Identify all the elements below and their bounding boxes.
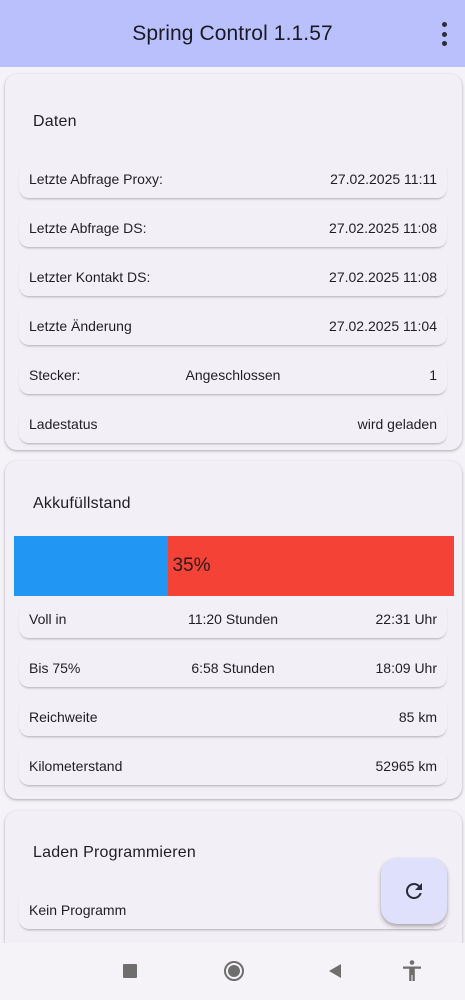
- bis75-time: 18:09 Uhr: [375, 660, 437, 676]
- refresh-button[interactable]: [381, 858, 447, 924]
- app-bar: Spring Control 1.1.57: [0, 0, 465, 67]
- refresh-icon: [405, 883, 422, 899]
- row-letzte-abfrage-ds: Letzte Abfrage DS: 27.02.2025 11:08: [19, 209, 447, 247]
- program-label: Kein Programm: [29, 902, 127, 918]
- row-kilometerstand: Kilometerstand 52965 km: [19, 747, 447, 785]
- akku-title: Akkufüllstand: [33, 495, 131, 512]
- stecker-value: 1: [429, 367, 437, 383]
- ladestatus-label: Ladestatus: [29, 416, 98, 432]
- voll-label: Voll in: [29, 611, 67, 627]
- row-ladestatus: Ladestatus wird geladen: [19, 405, 447, 443]
- reichweite-label: Reichweite: [29, 709, 98, 725]
- row-label: Letzte Abfrage Proxy:: [29, 171, 163, 187]
- reichweite-value: 85 km: [398, 709, 437, 725]
- back-icon[interactable]: [323, 959, 347, 983]
- row-label: Letzte Änderung: [29, 318, 132, 334]
- home-icon[interactable]: [222, 959, 246, 983]
- daten-title: Daten: [33, 113, 77, 130]
- bis75-label: Bis 75%: [29, 660, 81, 676]
- daten-card: Daten Letzte Abfrage Proxy: 27.02.2025 1…: [5, 74, 462, 450]
- app-title: Spring Control 1.1.57: [132, 21, 333, 45]
- recents-icon[interactable]: [118, 959, 142, 983]
- row-value: 27.02.2025 11:11: [330, 171, 437, 187]
- stecker-label: Stecker:: [29, 367, 81, 383]
- content-scroll[interactable]: Daten Letzte Abfrage Proxy: 27.02.2025 1…: [0, 67, 465, 943]
- akku-card: Akkufüllstand 35% Voll in 11:20 Stunden …: [5, 461, 462, 799]
- row-label: Letzter Kontakt DS:: [29, 269, 151, 285]
- more-vert-icon[interactable]: [439, 22, 449, 46]
- row-label: Letzte Abfrage DS:: [29, 220, 147, 236]
- row-reichweite: Reichweite 85 km: [19, 698, 447, 736]
- row-stecker: Stecker: Angeschlossen 1: [19, 356, 447, 394]
- row-voll-in: Voll in 11:20 Stunden 22:31 Uhr: [19, 600, 447, 638]
- battery-percent: 35%: [172, 555, 211, 576]
- row-bis-75: Bis 75% 6:58 Stunden 18:09 Uhr: [19, 649, 447, 687]
- ladestatus-value: wird geladen: [357, 416, 437, 432]
- row-value: 27.02.2025 11:04: [329, 318, 437, 334]
- kilometerstand-value: 52965 km: [375, 758, 437, 774]
- laden-title: Laden Programmieren: [33, 844, 196, 861]
- battery-level-bar: 35%: [14, 536, 454, 596]
- row-letzte-aenderung: Letzte Änderung 27.02.2025 11:04: [19, 307, 447, 345]
- accessibility-icon[interactable]: [400, 959, 424, 983]
- system-nav-bar: [0, 943, 465, 1000]
- row-value: 27.02.2025 11:08: [329, 269, 437, 285]
- row-letzte-abfrage-proxy: Letzte Abfrage Proxy: 27.02.2025 11:11: [19, 160, 447, 198]
- row-value: 27.02.2025 11:08: [329, 220, 437, 236]
- kilometerstand-label: Kilometerstand: [29, 758, 123, 774]
- row-letzter-kontakt-ds: Letzter Kontakt DS: 27.02.2025 11:08: [19, 258, 447, 296]
- voll-time: 22:31 Uhr: [375, 611, 437, 627]
